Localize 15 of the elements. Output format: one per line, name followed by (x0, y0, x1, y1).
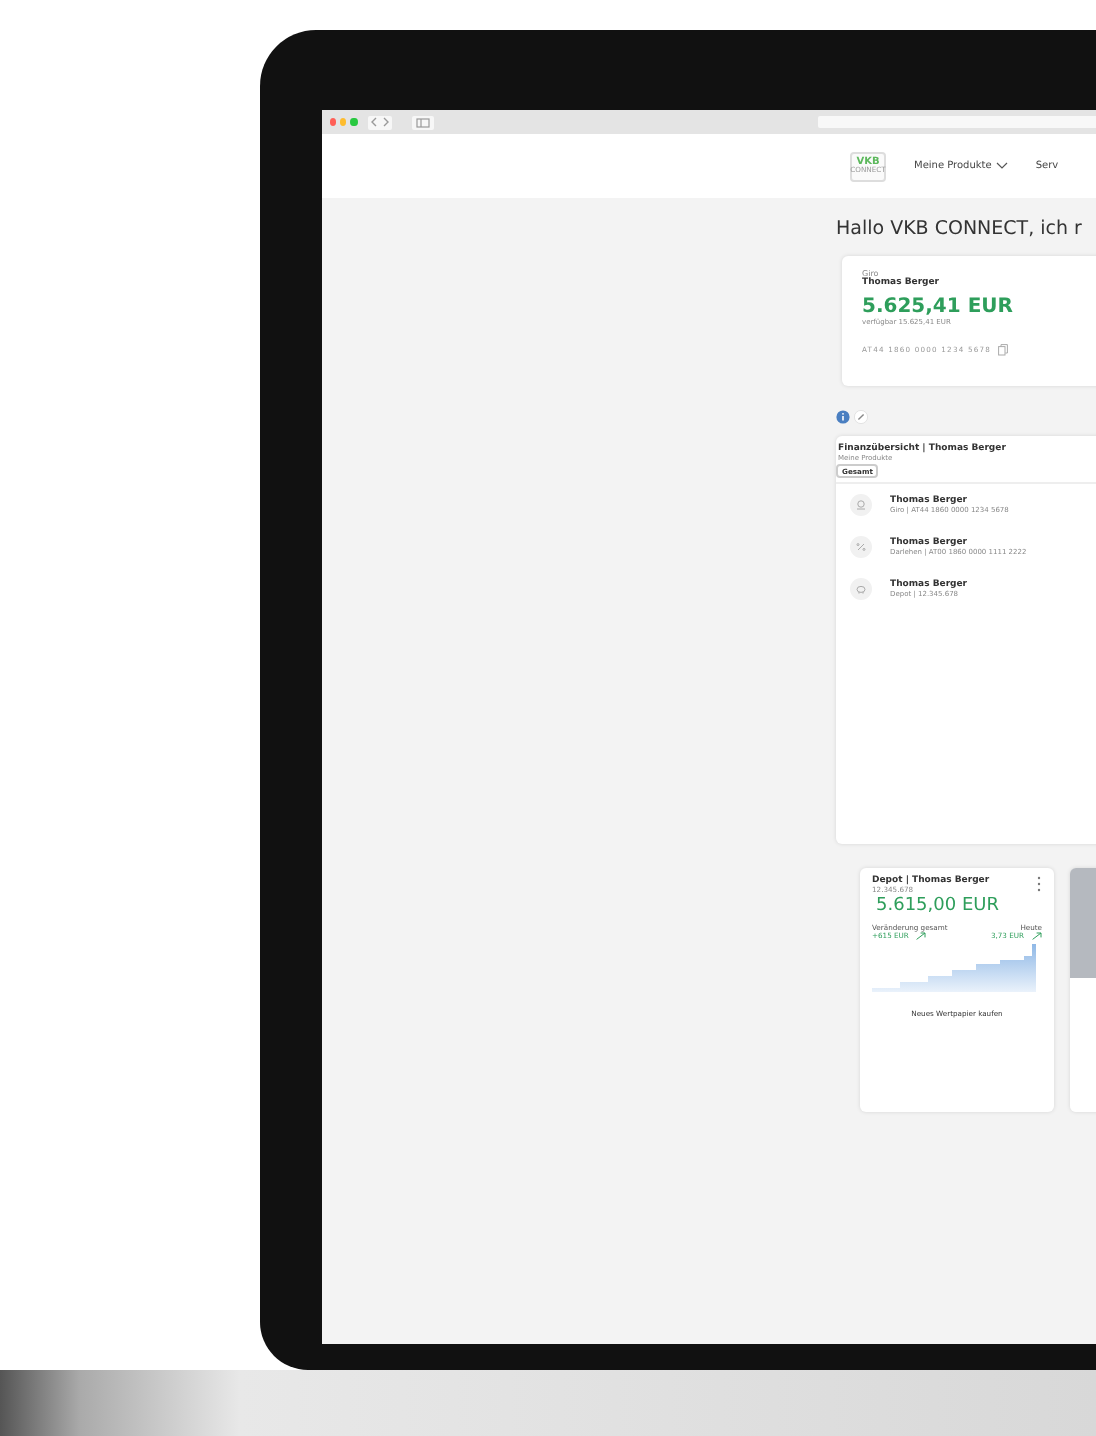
close-window-button[interactable] (330, 118, 337, 126)
sidebar-toggle-button[interactable] (411, 115, 434, 129)
percent-icon (850, 536, 872, 558)
more-options-icon[interactable] (1036, 876, 1042, 892)
zoom-window-button[interactable] (350, 118, 358, 126)
info-icon[interactable] (836, 410, 850, 424)
minimize-window-button[interactable] (340, 118, 347, 126)
depot-value: 5.615,00 EUR (876, 896, 1001, 916)
copy-icon[interactable] (997, 344, 1007, 356)
back-forward-button[interactable] (367, 115, 392, 129)
trend-up-icon (916, 932, 927, 940)
pencil-icon[interactable] (854, 410, 868, 424)
account-balance: 5.625,41 EUR (862, 296, 1015, 318)
greeting-heading: Hallo VKB CONNECT, ich r (836, 218, 1084, 240)
trend-up-icon (1032, 932, 1042, 940)
